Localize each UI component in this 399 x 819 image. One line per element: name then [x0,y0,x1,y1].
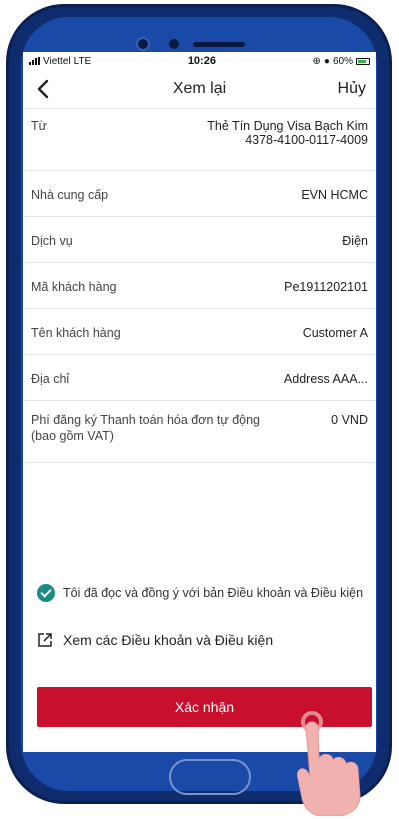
signal-icon [29,57,40,65]
carrier-name: Viettel [43,55,71,67]
detail-row-address: Địa chỉ Address AAA... [23,355,376,401]
home-button[interactable] [169,759,251,795]
customer-name-value: Customer A [302,326,368,340]
detail-row-fee: Phí đăng ký Thanh toán hóa đơn tự động (… [23,401,376,463]
agreement-text: Tôi đã đọc và đồng ý với bản Điều khoản … [63,586,364,600]
front-camera-icon [136,37,150,51]
terms-link[interactable]: Xem các Điều khoản và Điều kiện [37,632,273,648]
app-screen: Viettel LTE 10:26 ⊕ ● 60% Xem lại Hủy Từ… [23,52,376,752]
customer-code-label: Mã khách hàng [31,280,117,294]
status-bar: Viettel LTE 10:26 ⊕ ● 60% [23,52,376,70]
fee-value: 0 VND [331,413,368,427]
checkmark-icon[interactable] [37,584,55,602]
address-label: Địa chỉ [31,372,70,386]
cancel-button[interactable]: Hủy [338,80,366,98]
service-label: Dịch vụ [31,234,73,248]
customer-name-label: Tên khách hàng [31,326,121,340]
service-value: Điện [342,234,368,248]
terms-link-label[interactable]: Xem các Điều khoản và Điều kiện [63,632,273,648]
battery-icon [355,57,370,65]
detail-row-from: Từ Thẻ Tín Dụng Visa Bạch Kim 4378-4100-… [23,109,376,171]
address-value: Address AAA... [283,372,368,386]
detail-row-service: Dịch vụ Điện [23,217,376,263]
alarm-icon: ⊕ [312,55,321,67]
provider-label: Nhà cung cấp [31,188,109,202]
status-left: Viettel LTE [29,56,91,67]
review-details: Từ Thẻ Tín Dụng Visa Bạch Kim 4378-4100-… [23,108,376,463]
card-name: Thẻ Tín Dụng Visa Bạch Kim [207,119,368,133]
detail-row-provider: Nhà cung cấp EVN HCMC [23,171,376,217]
status-time: 10:26 [187,55,216,67]
page-title: Xem lại [172,80,227,97]
pointing-hand-icon [297,711,361,816]
chevron-left-icon[interactable] [33,78,55,100]
earpiece [193,42,245,47]
detail-row-customer-name: Tên khách hàng Customer A [23,309,376,355]
from-value: Thẻ Tín Dụng Visa Bạch Kim 4378-4100-011… [207,119,368,147]
agreement-checkbox-row[interactable]: Tôi đã đọc và đồng ý với bản Điều khoản … [37,584,363,602]
fee-label: Phí đăng ký Thanh toán hóa đơn tự động (… [31,413,261,443]
detail-row-customer-code: Mã khách hàng Pe1911202101 [23,263,376,309]
battery-percent: 60% [332,55,353,67]
status-right: ⊕ ● 60% [313,56,370,67]
provider-value: EVN HCMC [301,188,368,202]
external-link-icon [38,633,52,647]
network-type: LTE [73,55,92,67]
lock-icon: ● [323,55,330,67]
customer-code-value: Pe1911202101 [284,280,368,294]
sensor-icon [169,39,179,49]
card-number: 4378-4100-0117-4009 [245,133,368,147]
from-label: Từ [31,119,48,133]
nav-bar: Xem lại Hủy [23,70,376,108]
